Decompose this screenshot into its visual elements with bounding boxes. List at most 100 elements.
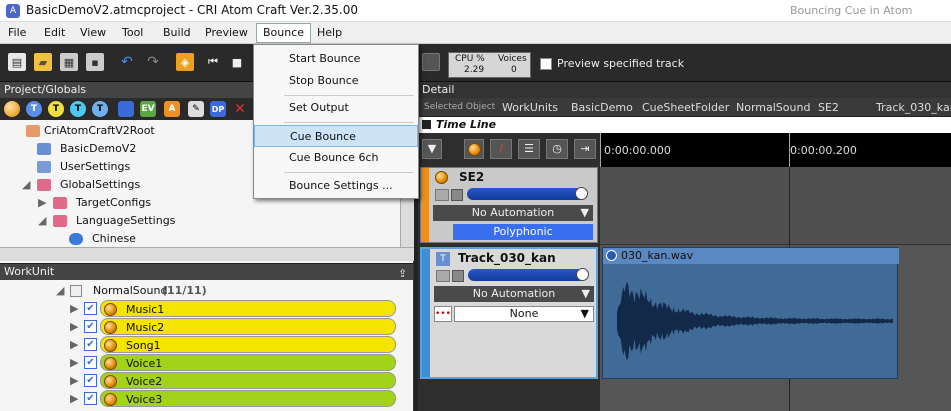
menu-view[interactable]: View (80, 25, 106, 41)
menu-item-start-bounce[interactable]: Start Bounce (254, 48, 418, 70)
expand-arrow-icon[interactable]: ▶ (70, 336, 78, 354)
event-icon[interactable]: EV (140, 101, 156, 117)
menu-help[interactable]: Help (317, 25, 342, 41)
cue-pill[interactable]: Voice1 (100, 354, 396, 371)
volume-slider[interactable] (468, 269, 586, 281)
breadcrumb-item[interactable]: BasicDemo (571, 98, 633, 117)
enable-checkbox[interactable]: ✔ (84, 374, 97, 387)
stop-icon[interactable]: ■ (228, 53, 246, 71)
menu-item-cue-bounce[interactable]: Cue Bounce (254, 125, 418, 147)
cue-icon[interactable] (464, 139, 484, 159)
cue-pill[interactable]: Voice3 (100, 390, 396, 407)
cue-row[interactable]: ▶ ✔ Music1 (0, 300, 400, 318)
track-blue-icon[interactable]: T (92, 101, 108, 117)
curve-icon[interactable]: ∕ (490, 139, 512, 159)
track-header-se2[interactable]: SE2 No Automation ▼ Polyphonic (420, 167, 598, 243)
mute-icon[interactable] (452, 270, 464, 282)
enable-checkbox[interactable]: ✔ (84, 356, 97, 369)
preview-track-checkbox[interactable] (540, 58, 552, 70)
track-cyan-icon[interactable]: T (70, 101, 86, 117)
cue-pill[interactable]: Song1 (100, 336, 396, 353)
polyphony-button[interactable]: Polyphonic (453, 224, 593, 240)
enable-checkbox[interactable]: ✔ (84, 392, 97, 405)
volume-knob[interactable] (575, 187, 588, 200)
collapse-arrow-icon[interactable]: ◢ (38, 212, 46, 230)
cue-row[interactable]: ▶ ✔ Voice2 (0, 372, 400, 390)
envelope-icon[interactable] (435, 189, 449, 201)
collapse-panel-icon[interactable]: ⇥ (574, 139, 596, 159)
menu-build[interactable]: Build (163, 25, 191, 41)
breadcrumb-item[interactable]: WorkUnits (502, 98, 558, 117)
menu-preview[interactable]: Preview (205, 25, 248, 41)
cue-row[interactable]: ▶ ✔ Music2 (0, 318, 400, 336)
expand-arrow-icon[interactable]: ▶ (70, 354, 78, 372)
open-folder-icon[interactable]: ▰ (34, 53, 52, 71)
dsp-icon[interactable]: DP (210, 101, 226, 117)
automation-dropdown[interactable]: No Automation ▼ (433, 205, 593, 221)
panel-toggle-icon[interactable] (422, 53, 440, 71)
waveform-clip[interactable]: 030_kan.wav (602, 247, 899, 379)
selector-dropdown[interactable]: None ▼ (454, 306, 594, 322)
project-horizontal-scrollbar[interactable] (0, 247, 414, 261)
track-create-icon[interactable]: T (26, 101, 42, 117)
cue-pill[interactable]: Music2 (100, 318, 396, 335)
save-icon[interactable]: ▪ (86, 53, 104, 71)
enable-checkbox[interactable]: ✔ (84, 338, 97, 351)
redo-icon[interactable]: ↷ (144, 53, 162, 71)
volume-knob[interactable] (576, 268, 589, 281)
menu-bounce[interactable]: Bounce (256, 23, 312, 43)
cue-pill[interactable]: Music1 (100, 300, 396, 317)
background-tab[interactable]: Bouncing Cue in Atom (790, 4, 912, 17)
breadcrumb-item[interactable]: CueSheetFolder (642, 98, 729, 117)
expand-arrow-icon[interactable]: ▶ (70, 390, 78, 408)
breadcrumb-item[interactable]: SE2 (818, 98, 839, 117)
build-icon[interactable]: ◈ (176, 53, 194, 71)
menu-item-cue-bounce-6ch[interactable]: Cue Bounce 6ch (254, 147, 418, 169)
cue-create-icon[interactable] (4, 101, 20, 117)
enable-checkbox[interactable]: ✔ (84, 302, 97, 315)
bus-icon[interactable] (118, 101, 134, 117)
cuesheet-row[interactable]: ◢ NormalSound (11/11) (0, 282, 400, 300)
timeline-menu-icon[interactable]: ▼ (422, 139, 442, 159)
menu-file[interactable]: File (8, 25, 26, 41)
track-yellow-icon[interactable]: T (48, 101, 64, 117)
expand-arrow-icon[interactable]: ▶ (70, 372, 78, 390)
tree-row[interactable]: Chinese (0, 230, 400, 248)
expand-arrow-icon[interactable]: ▶ (70, 300, 78, 318)
cue-pill[interactable]: Voice2 (100, 372, 396, 389)
aisac-icon[interactable]: A (164, 101, 180, 117)
menu-tool[interactable]: Tool (122, 25, 143, 41)
menu-item-set-output[interactable]: Set Output (254, 97, 418, 119)
collapse-arrow-icon[interactable]: ◢ (22, 176, 30, 194)
list-icon[interactable]: ☰ (518, 139, 540, 159)
skip-back-icon[interactable]: ⏮ (204, 53, 222, 71)
menu-item-bounce-settings[interactable]: Bounce Settings ... (254, 175, 418, 197)
new-icon[interactable]: ▤ (8, 53, 26, 71)
menu-edit[interactable]: Edit (44, 25, 65, 41)
menu-item-stop-bounce[interactable]: Stop Bounce (254, 70, 418, 92)
breadcrumb-item[interactable]: Track_030_kan (876, 98, 951, 117)
track-header-track030[interactable]: T Track_030_kan No Automation ▼ ••• None… (420, 247, 598, 379)
cue-row[interactable]: ▶ ✔ Voice1 (0, 354, 400, 372)
tree-row[interactable]: ◢ LanguageSettings (0, 212, 400, 230)
se2-lane[interactable] (600, 167, 951, 245)
timeline-toggle-icon[interactable] (422, 120, 431, 129)
wrench-icon[interactable]: ✎ (188, 101, 204, 117)
upload-icon[interactable]: ⇪ (398, 267, 407, 280)
timeline-ruler[interactable]: 0:00:00.000 0:00:00.200 (600, 133, 951, 167)
automation-dropdown[interactable]: No Automation ▼ (434, 286, 594, 302)
expand-arrow-icon[interactable]: ▶ (70, 318, 78, 336)
cue-row[interactable]: ▶ ✔ Voice3 (0, 390, 400, 408)
envelope-icon[interactable] (436, 270, 450, 282)
cue-row[interactable]: ▶ ✔ Song1 (0, 336, 400, 354)
clock-icon[interactable]: ◷ (546, 139, 568, 159)
save-all-icon[interactable]: ▦ (60, 53, 78, 71)
volume-slider[interactable] (467, 188, 585, 200)
delete-icon[interactable]: ✕ (232, 101, 248, 117)
mute-icon[interactable] (451, 189, 463, 201)
breadcrumb-item[interactable]: NormalSound (736, 98, 810, 117)
undo-icon[interactable]: ↶ (118, 53, 136, 71)
collapse-arrow-icon[interactable]: ◢ (56, 282, 64, 300)
expand-arrow-icon[interactable]: ▶ (38, 194, 46, 212)
enable-checkbox[interactable]: ✔ (84, 320, 97, 333)
